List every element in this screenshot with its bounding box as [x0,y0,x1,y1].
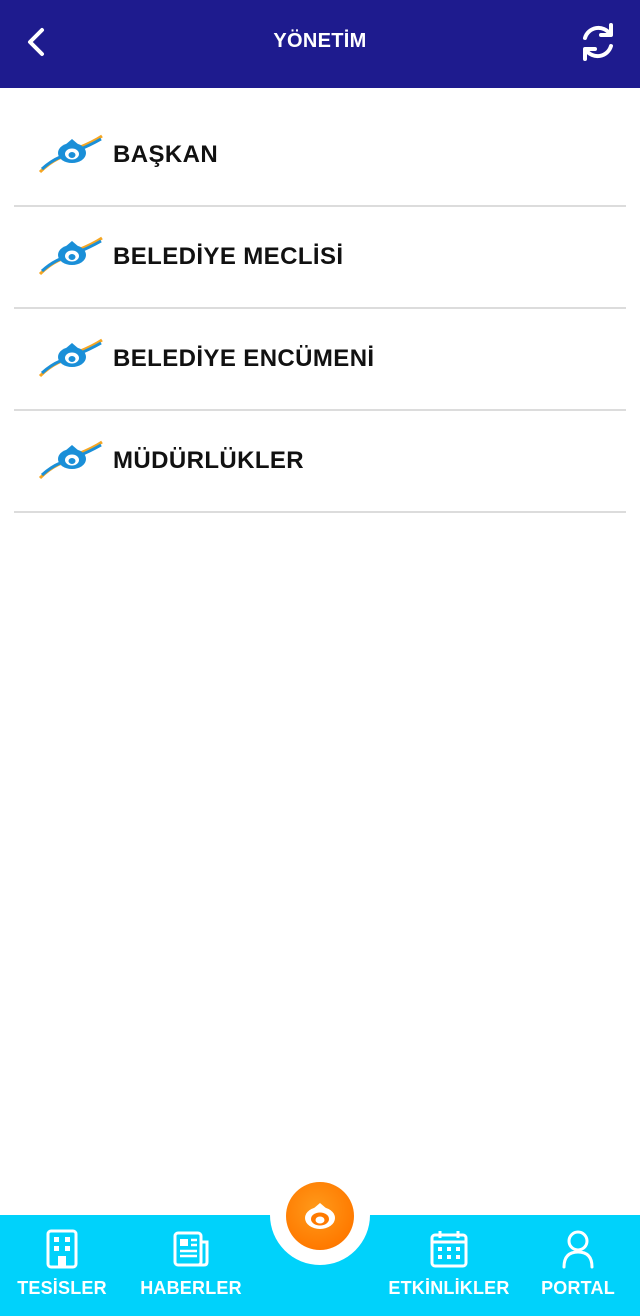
nav-item-haberler[interactable]: HABERLER [140,1215,242,1316]
building-icon [46,1229,78,1269]
menu-item-mudurlukler[interactable]: MÜDÜRLÜKLER [14,411,626,513]
newspaper-icon [173,1231,209,1267]
page-title: YÖNETİM [273,30,367,52]
municipality-logo-icon [38,134,103,174]
nav-label: HABERLER [140,1278,242,1298]
refresh-button[interactable] [572,16,624,68]
menu-item-baskan[interactable]: BAŞKAN [14,105,626,207]
calendar-icon [430,1231,468,1268]
nav-item-etkinlikler[interactable]: ETKİNLİKLER [388,1215,510,1316]
nav-label: ETKİNLİKLER [388,1278,510,1298]
home-center-button[interactable] [286,1182,354,1250]
menu-item-label: BELEDİYE ENCÜMENİ [113,345,375,372]
nav-label: TESİSLER [17,1278,107,1298]
municipality-logo-icon [38,338,103,378]
menu-item-label: BAŞKAN [113,141,219,168]
nav-item-tesisler[interactable]: TESİSLER [14,1215,110,1316]
nav-item-portal[interactable]: PORTAL [538,1215,618,1316]
nav-label: PORTAL [541,1278,615,1298]
menu-item-belediye-meclisi[interactable]: BELEDİYE MECLİSİ [14,207,626,309]
municipality-logo-icon [305,1203,335,1229]
menu-item-label: MÜDÜRLÜKLER [113,447,305,474]
management-menu-list: BAŞKAN BELEDİYE MECLİSİ BELEDİYE ENCÜMEN… [14,105,626,513]
municipality-logo-icon [38,440,103,480]
user-icon [562,1230,594,1269]
refresh-icon [583,23,613,61]
menu-item-label: BELEDİYE MECLİSİ [113,243,344,270]
menu-item-belediye-encumeni[interactable]: BELEDİYE ENCÜMENİ [14,309,626,411]
top-app-bar: YÖNETİM [0,0,640,88]
app-screen: YÖNETİM BAŞKAN BELEDİYE MECLİSİ BELEDİYE… [0,0,640,1316]
municipality-logo-icon [38,236,103,276]
